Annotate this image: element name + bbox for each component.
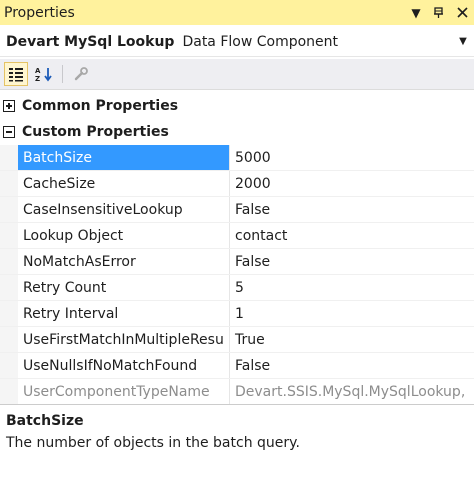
row-gutter [0, 379, 18, 404]
row-gutter [0, 353, 18, 378]
row-gutter [0, 301, 18, 326]
category-custom-properties[interactable]: Custom Properties [0, 119, 474, 145]
property-row-usefirstmatch[interactable]: UseFirstMatchInMultipleResu True [0, 327, 474, 353]
property-name[interactable]: NoMatchAsError [18, 249, 230, 274]
description-pane: BatchSize The number of objects in the b… [0, 404, 474, 479]
property-value[interactable]: 2000 [230, 171, 474, 196]
properties-title-bar: Properties ▼ [0, 0, 474, 25]
property-name[interactable]: CacheSize [18, 171, 230, 196]
toolbar-separator [62, 65, 63, 83]
property-value[interactable]: False [230, 249, 474, 274]
object-selector[interactable]: Devart MySql Lookup Data Flow Component … [0, 27, 474, 57]
row-gutter [0, 249, 18, 274]
property-value[interactable]: Devart.SSIS.MySql.MySqlLookup, [230, 379, 474, 404]
property-name[interactable]: CaseInsensitiveLookup [18, 197, 230, 222]
pin-icon[interactable] [428, 2, 450, 24]
property-row-usercomponenttypename[interactable]: UserComponentTypeName Devart.SSIS.MySql.… [0, 379, 474, 405]
properties-toolbar: A Z [0, 59, 474, 90]
row-gutter [0, 197, 18, 222]
chevron-down-icon[interactable]: ▼ [405, 2, 427, 24]
svg-text:A: A [35, 67, 41, 75]
property-name[interactable]: UseFirstMatchInMultipleResu [18, 327, 230, 352]
collapse-icon[interactable] [3, 126, 15, 138]
row-gutter [0, 223, 18, 248]
property-value[interactable]: 5 [230, 275, 474, 300]
property-value[interactable]: False [230, 197, 474, 222]
category-label: Custom Properties [22, 124, 169, 140]
property-grid: Common Properties Custom Properties Batc… [0, 93, 474, 405]
property-value[interactable]: False [230, 353, 474, 378]
property-row-nomatchaserror[interactable]: NoMatchAsError False [0, 249, 474, 275]
property-row-caseinsensitivelookup[interactable]: CaseInsensitiveLookup False [0, 197, 474, 223]
property-name[interactable]: Lookup Object [18, 223, 230, 248]
category-label: Common Properties [22, 98, 179, 114]
categorized-icon[interactable] [4, 62, 28, 86]
property-name[interactable]: BatchSize [18, 145, 230, 170]
property-name[interactable]: UserComponentTypeName [18, 379, 230, 404]
property-pages-icon[interactable] [69, 62, 93, 86]
expand-icon[interactable] [3, 100, 15, 112]
chevron-down-icon[interactable]: ▼ [456, 36, 470, 47]
property-value[interactable]: 5000 [230, 145, 474, 170]
object-type: Data Flow Component [182, 33, 339, 50]
row-gutter [0, 327, 18, 352]
row-gutter [0, 171, 18, 196]
description-text: The number of objects in the batch query… [6, 435, 300, 451]
property-row-batchsize[interactable]: BatchSize 5000 [0, 145, 474, 171]
property-value[interactable]: True [230, 327, 474, 352]
property-row-cachesize[interactable]: CacheSize 2000 [0, 171, 474, 197]
property-row-retry-count[interactable]: Retry Count 5 [0, 275, 474, 301]
property-value[interactable]: 1 [230, 301, 474, 326]
svg-text:Z: Z [35, 75, 40, 82]
property-name[interactable]: Retry Interval [18, 301, 230, 326]
object-name: Devart MySql Lookup [6, 33, 175, 50]
property-name[interactable]: Retry Count [18, 275, 230, 300]
property-row-usenullsifnomatchfound[interactable]: UseNullsIfNoMatchFound False [0, 353, 474, 379]
alphabetical-icon[interactable]: A Z [32, 62, 56, 86]
property-row-lookup-object[interactable]: Lookup Object contact [0, 223, 474, 249]
row-gutter [0, 275, 18, 300]
description-title: BatchSize [6, 413, 84, 429]
property-value[interactable]: contact [230, 223, 474, 248]
window-title: Properties [4, 4, 75, 21]
row-gutter [0, 145, 18, 170]
property-name[interactable]: UseNullsIfNoMatchFound [18, 353, 230, 378]
close-icon[interactable] [451, 2, 473, 24]
property-row-retry-interval[interactable]: Retry Interval 1 [0, 301, 474, 327]
category-common-properties[interactable]: Common Properties [0, 93, 474, 119]
